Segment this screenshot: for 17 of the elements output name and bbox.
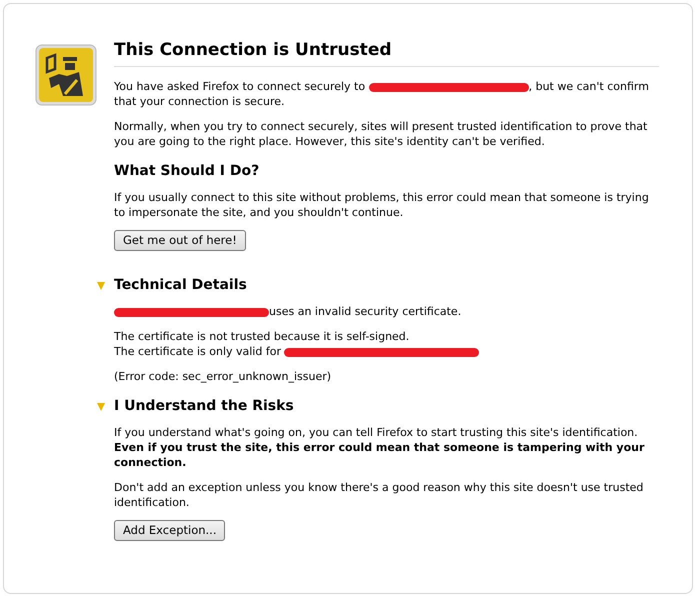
escape-button[interactable]: Get me out of here!: [114, 230, 246, 252]
section-heading: What Should I Do?: [114, 163, 260, 180]
section-heading: Technical Details: [114, 277, 247, 294]
paragraph: Normally, when you try to connect securely, sites will present trusted identification to prove that you are going to the right place. However, this site's identity can't be verified.: [114, 119, 648, 150]
paragraph: Don't add an exception unless you know there's a good reason why this site doesn't use trusted identification.: [114, 480, 644, 510]
paragraph: You have asked Firefox to connect securely to , but we can't confirm that your connection is secure.: [114, 79, 650, 110]
paragraph: (Error code: sec_error_unknown_issuer): [114, 369, 332, 384]
paragraph: The certificate is not trusted because it is self-signed. The certificate is only valid for: [114, 329, 659, 360]
section-heading: I Understand the Risks: [114, 398, 294, 416]
paragraph: If you usually connect to this site without problems, this error could mean that someone is trying to impersonate the site, and you shouldn't continue.: [114, 190, 650, 220]
paragraph: uses an invalid security certificate.: [114, 304, 659, 320]
paragraph: If you understand what's going on, you can tell Firefox to start trusting this site's identification. Even if you trust the site, this error could mean that someone is tampering with your connection.: [114, 425, 646, 470]
expand-triangle-icon[interactable]: [96, 402, 106, 412]
page-title: This Connection is Untrusted: [114, 40, 659, 68]
add-exception-button[interactable]: Add Exception...: [114, 520, 226, 542]
security-officer-icon: [35, 44, 97, 106]
expand-triangle-icon[interactable]: [96, 280, 106, 291]
